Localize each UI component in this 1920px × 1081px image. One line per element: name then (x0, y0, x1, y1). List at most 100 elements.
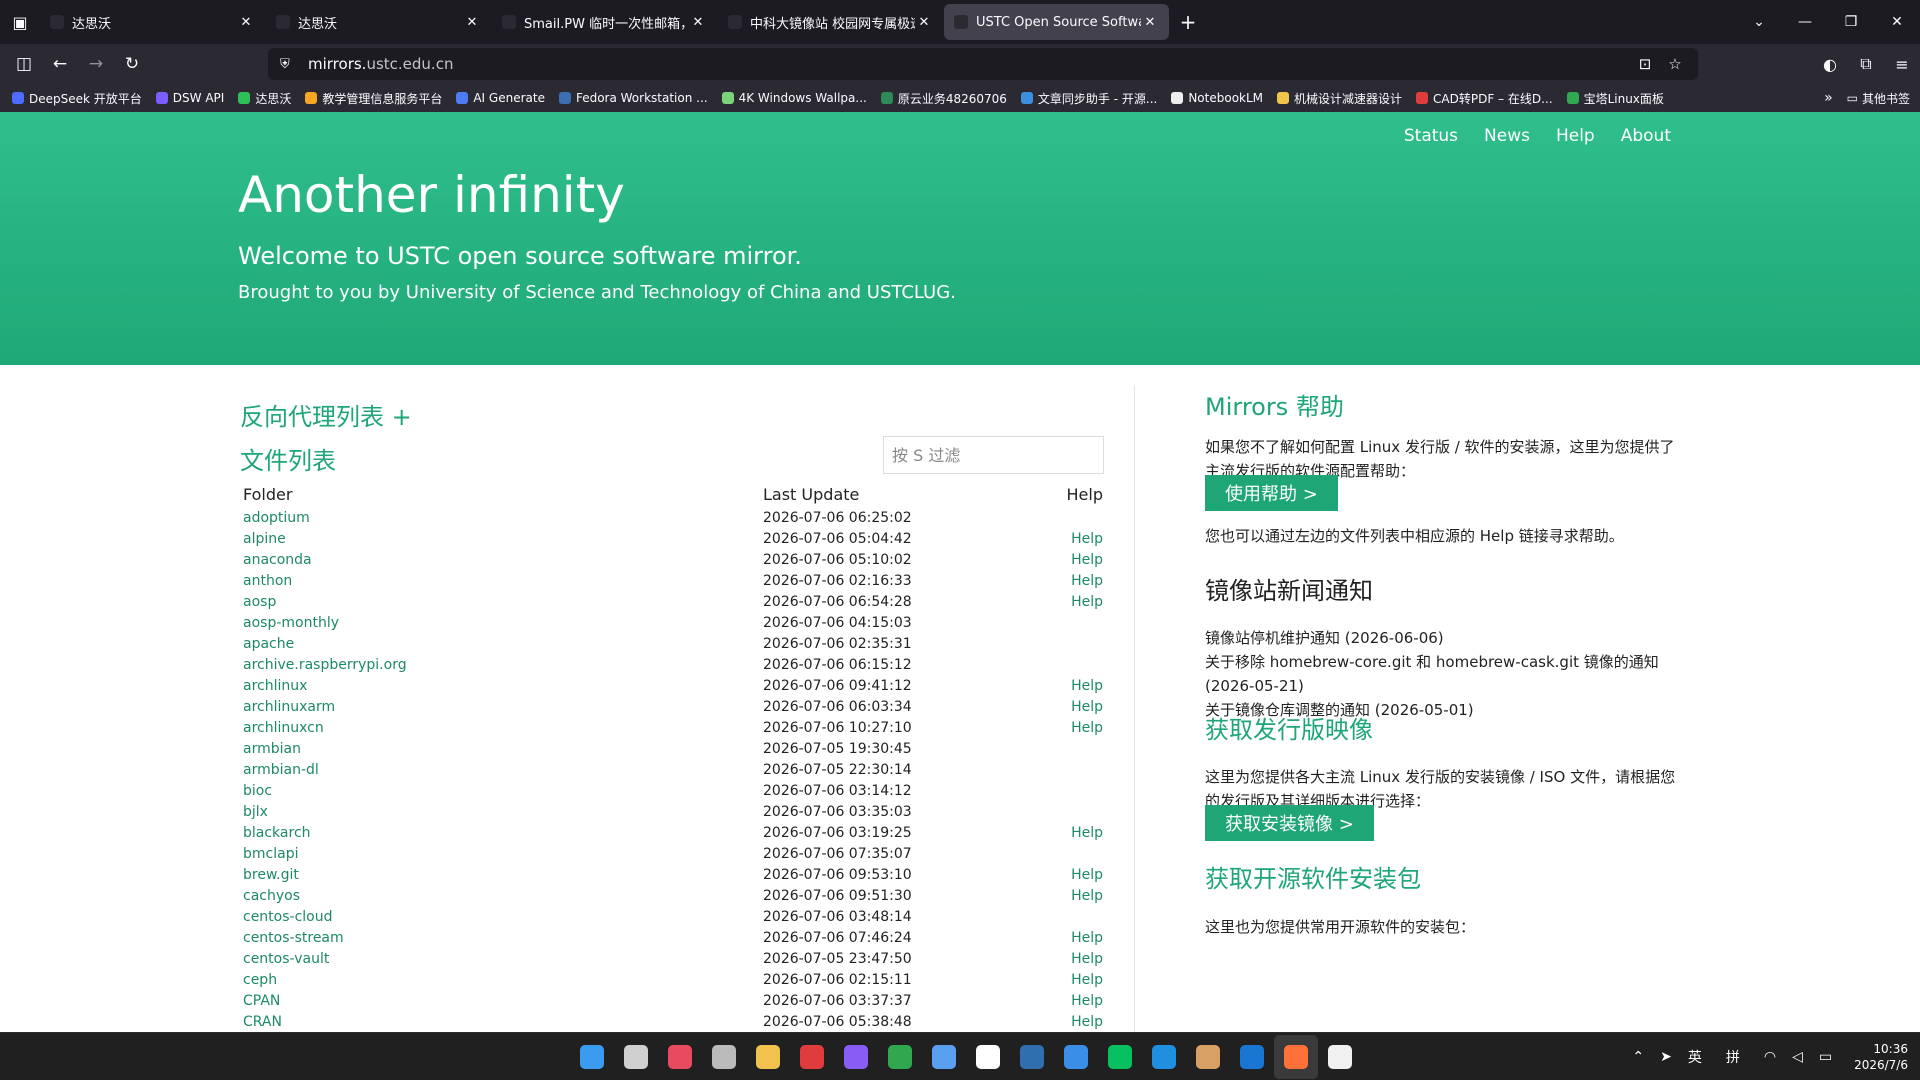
wifi-icon[interactable]: ◠ (1764, 1049, 1776, 1065)
taskbar-app-icon[interactable] (1098, 1035, 1142, 1079)
news-item[interactable]: 关于移除 homebrew-core.git 和 homebrew-cask.g… (1205, 650, 1680, 698)
help-link[interactable]: Help (1071, 552, 1103, 568)
bookmark-item[interactable]: NotebookLM (1171, 91, 1263, 105)
bookmark-item[interactable]: DeepSeek 开放平台 (12, 90, 142, 107)
folder-link[interactable]: armbian-dl (243, 762, 319, 778)
security-icon[interactable]: ⛨ (280, 57, 296, 72)
reload-icon[interactable]: ↻ (114, 48, 150, 80)
minimize-icon[interactable]: — (1782, 14, 1828, 30)
folder-link[interactable]: cachyos (243, 888, 300, 904)
back-icon[interactable]: ← (42, 48, 78, 80)
help-link[interactable]: Help (1071, 888, 1103, 904)
start-menu-icon[interactable] (570, 1035, 614, 1079)
bookmark-item[interactable]: 宝塔Linux面板 (1566, 90, 1664, 107)
browser-tab[interactable]: 达思沃 ✕ (40, 4, 265, 40)
help-link[interactable]: Help (1071, 951, 1103, 967)
restore-icon[interactable]: ❐ (1828, 14, 1874, 30)
get-iso-button[interactable]: 获取安装镜像 > (1205, 805, 1374, 841)
bookmark-item[interactable]: AI Generate (456, 91, 545, 105)
taskbar-app-icon[interactable] (1010, 1035, 1054, 1079)
folder-link[interactable]: alpine (243, 531, 286, 547)
folder-link[interactable]: bmclapi (243, 846, 298, 862)
folder-link[interactable]: bioc (243, 783, 272, 799)
help-link[interactable]: Help (1071, 867, 1103, 883)
tab-close-icon[interactable]: ✕ (1141, 15, 1159, 30)
tray-overflow-icon[interactable]: ⌃ (1632, 1049, 1644, 1065)
account-icon[interactable]: ◐ (1812, 55, 1848, 74)
folder-link[interactable]: adoptium (243, 510, 310, 526)
close-window-icon[interactable]: ✕ (1874, 14, 1920, 30)
url-bar[interactable]: ⛨ mirrors. ustc.edu.cn ⊡ ☆ (268, 48, 1698, 80)
bookmark-item[interactable]: DSW API (155, 91, 224, 105)
taskbar-app-icon[interactable] (1230, 1035, 1274, 1079)
help-link[interactable]: Help (1071, 720, 1103, 736)
tab-close-icon[interactable]: ✕ (689, 15, 707, 30)
help-link[interactable]: Help (1071, 930, 1103, 946)
nav-link-help[interactable]: Help (1556, 126, 1595, 146)
bookmark-item[interactable]: 达思沃 (238, 90, 291, 107)
bookmark-item[interactable]: 机械设计减速器设计 (1277, 90, 1402, 107)
extensions-icon[interactable]: ⧉ (1848, 54, 1884, 74)
tab-close-icon[interactable]: ✕ (463, 15, 481, 30)
taskbar-app-icon[interactable] (658, 1035, 702, 1079)
menu-icon[interactable]: ≡ (1884, 55, 1920, 74)
battery-icon[interactable]: ▭ (1819, 1049, 1832, 1065)
bookmarks-overflow-icon[interactable]: » (1824, 90, 1833, 106)
folder-link[interactable]: aosp-monthly (243, 615, 339, 631)
folder-link[interactable]: centos-stream (243, 930, 344, 946)
taskbar-app-icon[interactable] (614, 1035, 658, 1079)
folder-link[interactable]: ceph (243, 972, 277, 988)
bookmark-item[interactable]: Fedora Workstation ... (558, 91, 708, 105)
filter-input[interactable] (883, 436, 1104, 474)
news-item[interactable]: 镜像站停机维护通知 (2026-06-06) (1205, 626, 1680, 650)
nav-link-about[interactable]: About (1621, 126, 1671, 146)
folder-link[interactable]: archlinuxarm (243, 699, 335, 715)
ime-mode[interactable]: 拼 (1726, 1047, 1740, 1067)
other-bookmarks[interactable]: 其他书签 (1862, 90, 1910, 107)
new-tab-button[interactable]: + (1170, 10, 1206, 34)
folder-link[interactable]: armbian (243, 741, 301, 757)
tab-close-icon[interactable]: ✕ (237, 15, 255, 30)
taskbar-app-icon[interactable] (1274, 1035, 1318, 1079)
folder-link[interactable]: archlinuxcn (243, 720, 324, 736)
bookmark-item[interactable]: 教学管理信息服务平台 (305, 90, 442, 107)
taskbar-app-icon[interactable] (746, 1035, 790, 1079)
help-link[interactable]: Help (1071, 531, 1103, 547)
usage-help-button[interactable]: 使用帮助 > (1205, 475, 1338, 511)
browser-tab[interactable]: USTC Open Source Software ✕ (944, 4, 1169, 40)
ime-language[interactable]: 英 (1688, 1047, 1702, 1067)
forward-icon[interactable]: → (78, 48, 114, 80)
folder-link[interactable]: blackarch (243, 825, 311, 841)
browser-tab[interactable]: 中科大镜像站 校园网专属极速 ✕ (718, 4, 943, 40)
help-link[interactable]: Help (1071, 594, 1103, 610)
taskbar-app-icon[interactable] (834, 1035, 878, 1079)
taskbar-app-icon[interactable] (790, 1035, 834, 1079)
taskbar-app-icon[interactable] (1318, 1035, 1362, 1079)
clock[interactable]: 10:36 2026/7/6 (1854, 1041, 1908, 1073)
browser-tab[interactable]: Smail.PW 临时一次性邮箱，注 ✕ (492, 4, 717, 40)
help-link[interactable]: Help (1071, 993, 1103, 1009)
folder-link[interactable]: anthon (243, 573, 292, 589)
tab-overflow-icon[interactable]: ⌄ (1736, 14, 1782, 30)
folder-link[interactable]: anaconda (243, 552, 312, 568)
help-link[interactable]: Help (1071, 1014, 1103, 1030)
bookmark-star-icon[interactable]: ☆ (1660, 55, 1690, 73)
folder-link[interactable]: CRAN (243, 1014, 282, 1030)
taskbar-app-icon[interactable] (966, 1035, 1010, 1079)
nav-link-status[interactable]: Status (1404, 126, 1458, 146)
install-app-icon[interactable]: ⊡ (1630, 55, 1660, 73)
send-icon[interactable]: ➤ (1660, 1049, 1672, 1065)
taskbar-app-icon[interactable] (702, 1035, 746, 1079)
folder-link[interactable]: archive.raspberrypi.org (243, 657, 407, 673)
help-link[interactable]: Help (1071, 573, 1103, 589)
nav-link-news[interactable]: News (1484, 126, 1530, 146)
folder-link[interactable]: brew.git (243, 867, 299, 883)
taskbar-app-icon[interactable] (922, 1035, 966, 1079)
help-link[interactable]: Help (1071, 678, 1103, 694)
folder-link[interactable]: centos-cloud (243, 909, 333, 925)
taskbar-app-icon[interactable] (878, 1035, 922, 1079)
help-link[interactable]: Help (1071, 825, 1103, 841)
folder-link[interactable]: archlinux (243, 678, 307, 694)
bookmark-item[interactable]: CAD转PDF – 在线D... (1416, 90, 1553, 107)
folder-link[interactable]: CPAN (243, 993, 280, 1009)
